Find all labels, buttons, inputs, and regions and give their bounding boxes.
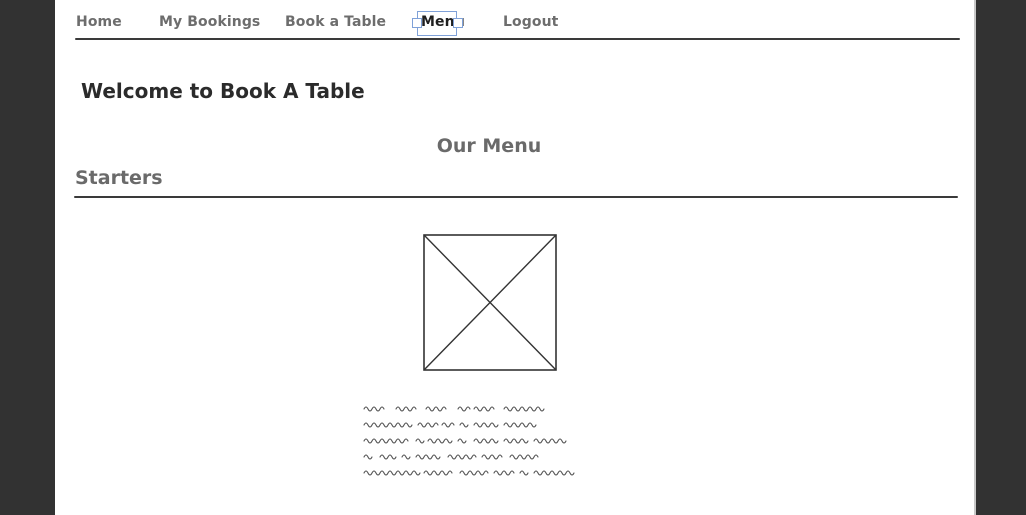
nav-item-home[interactable]: Home [76,14,122,30]
nav-item-logout[interactable]: Logout [503,14,558,30]
wireframe-canvas: Home My Bookings Book a Table Menu Logou… [55,0,976,515]
nav-item-my-bookings[interactable]: My Bookings [159,14,260,30]
menu-heading: Our Menu [436,135,542,157]
image-placeholder-icon [423,234,557,371]
nav-item-book-a-table[interactable]: Book a Table [285,14,386,30]
top-nav: Home My Bookings Book a Table Menu Logou… [76,14,976,34]
section-divider [74,196,958,198]
section-heading-starters: Starters [75,167,163,189]
page-title: Welcome to Book A Table [81,79,365,103]
text-scribble-icon [363,406,575,476]
nav-divider [75,38,960,40]
nav-item-menu[interactable]: Menu [421,14,465,30]
